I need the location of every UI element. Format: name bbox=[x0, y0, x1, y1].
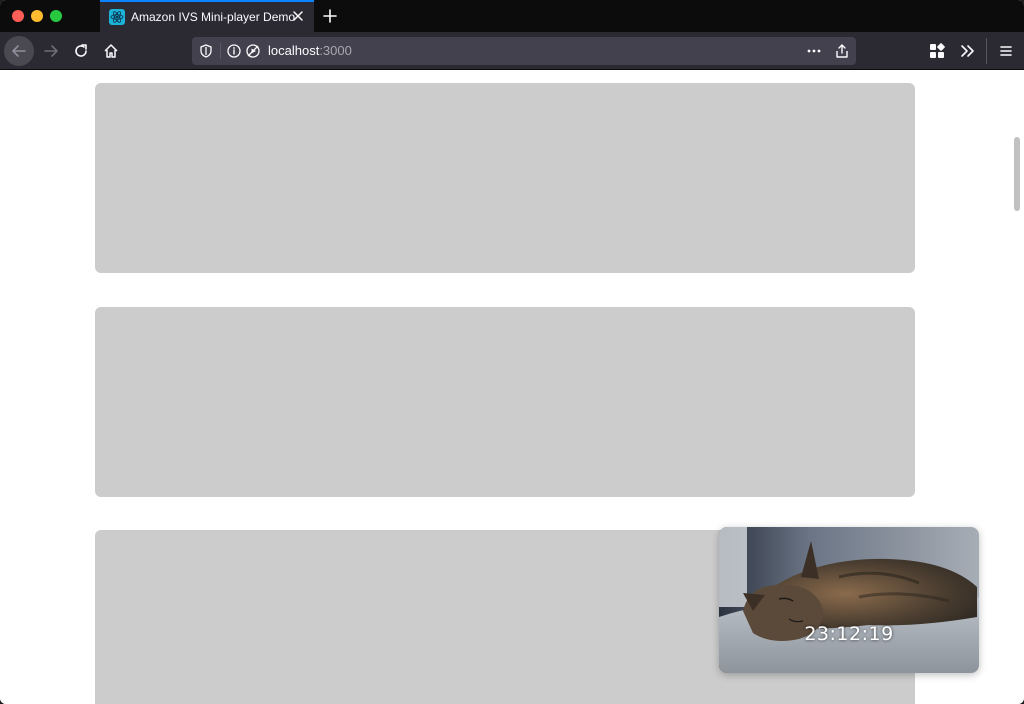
tracking-protection-shield-icon[interactable] bbox=[198, 43, 214, 59]
video-frame bbox=[719, 527, 979, 673]
placeholder-card-1 bbox=[95, 83, 915, 273]
browser-window: Amazon IVS Mini-player Demo localhost:30… bbox=[0, 0, 1024, 704]
window-close-button[interactable] bbox=[12, 10, 24, 22]
reload-icon bbox=[75, 44, 87, 57]
extensions-icon[interactable] bbox=[928, 42, 946, 60]
new-tab-icon[interactable] bbox=[321, 7, 339, 25]
url-text[interactable]: localhost:3000 bbox=[268, 43, 352, 58]
share-icon[interactable] bbox=[834, 43, 850, 59]
autoplay-blocked-icon[interactable] bbox=[245, 43, 261, 59]
page-content: 23:12:19 bbox=[0, 71, 1024, 704]
url-divider bbox=[220, 43, 221, 59]
close-tab-icon[interactable] bbox=[290, 8, 306, 24]
url-port: :3000 bbox=[319, 43, 352, 58]
window-minimize-button[interactable] bbox=[31, 10, 43, 22]
scrollbar-thumb[interactable] bbox=[1014, 137, 1020, 211]
window-maximize-button[interactable] bbox=[50, 10, 62, 22]
forward-button[interactable] bbox=[36, 36, 66, 66]
tab-strip: Amazon IVS Mini-player Demo bbox=[0, 0, 1024, 32]
reload-button[interactable] bbox=[66, 36, 96, 66]
page-actions-more-icon[interactable] bbox=[806, 43, 822, 59]
url-bar[interactable]: localhost:3000 bbox=[192, 37, 856, 65]
tab-active[interactable]: Amazon IVS Mini-player Demo bbox=[100, 0, 314, 32]
url-host: localhost bbox=[268, 43, 320, 58]
menu-hamburger-icon[interactable] bbox=[997, 42, 1015, 60]
site-info-icon[interactable] bbox=[226, 43, 242, 59]
home-icon bbox=[104, 44, 118, 58]
home-button[interactable] bbox=[96, 36, 126, 66]
toolbar-separator bbox=[986, 38, 987, 64]
overflow-chevron-icon[interactable] bbox=[958, 42, 976, 60]
react-logo-icon bbox=[109, 9, 125, 25]
arrow-left-icon bbox=[12, 45, 26, 57]
back-button[interactable] bbox=[4, 36, 34, 66]
arrow-right-icon bbox=[44, 45, 58, 57]
placeholder-card-2 bbox=[95, 307, 915, 497]
video-timestamp: 23:12:19 bbox=[804, 623, 894, 645]
mini-player[interactable]: 23:12:19 bbox=[719, 527, 979, 673]
tab-title: Amazon IVS Mini-player Demo bbox=[131, 10, 296, 24]
navigation-toolbar: localhost:3000 bbox=[0, 32, 1024, 70]
